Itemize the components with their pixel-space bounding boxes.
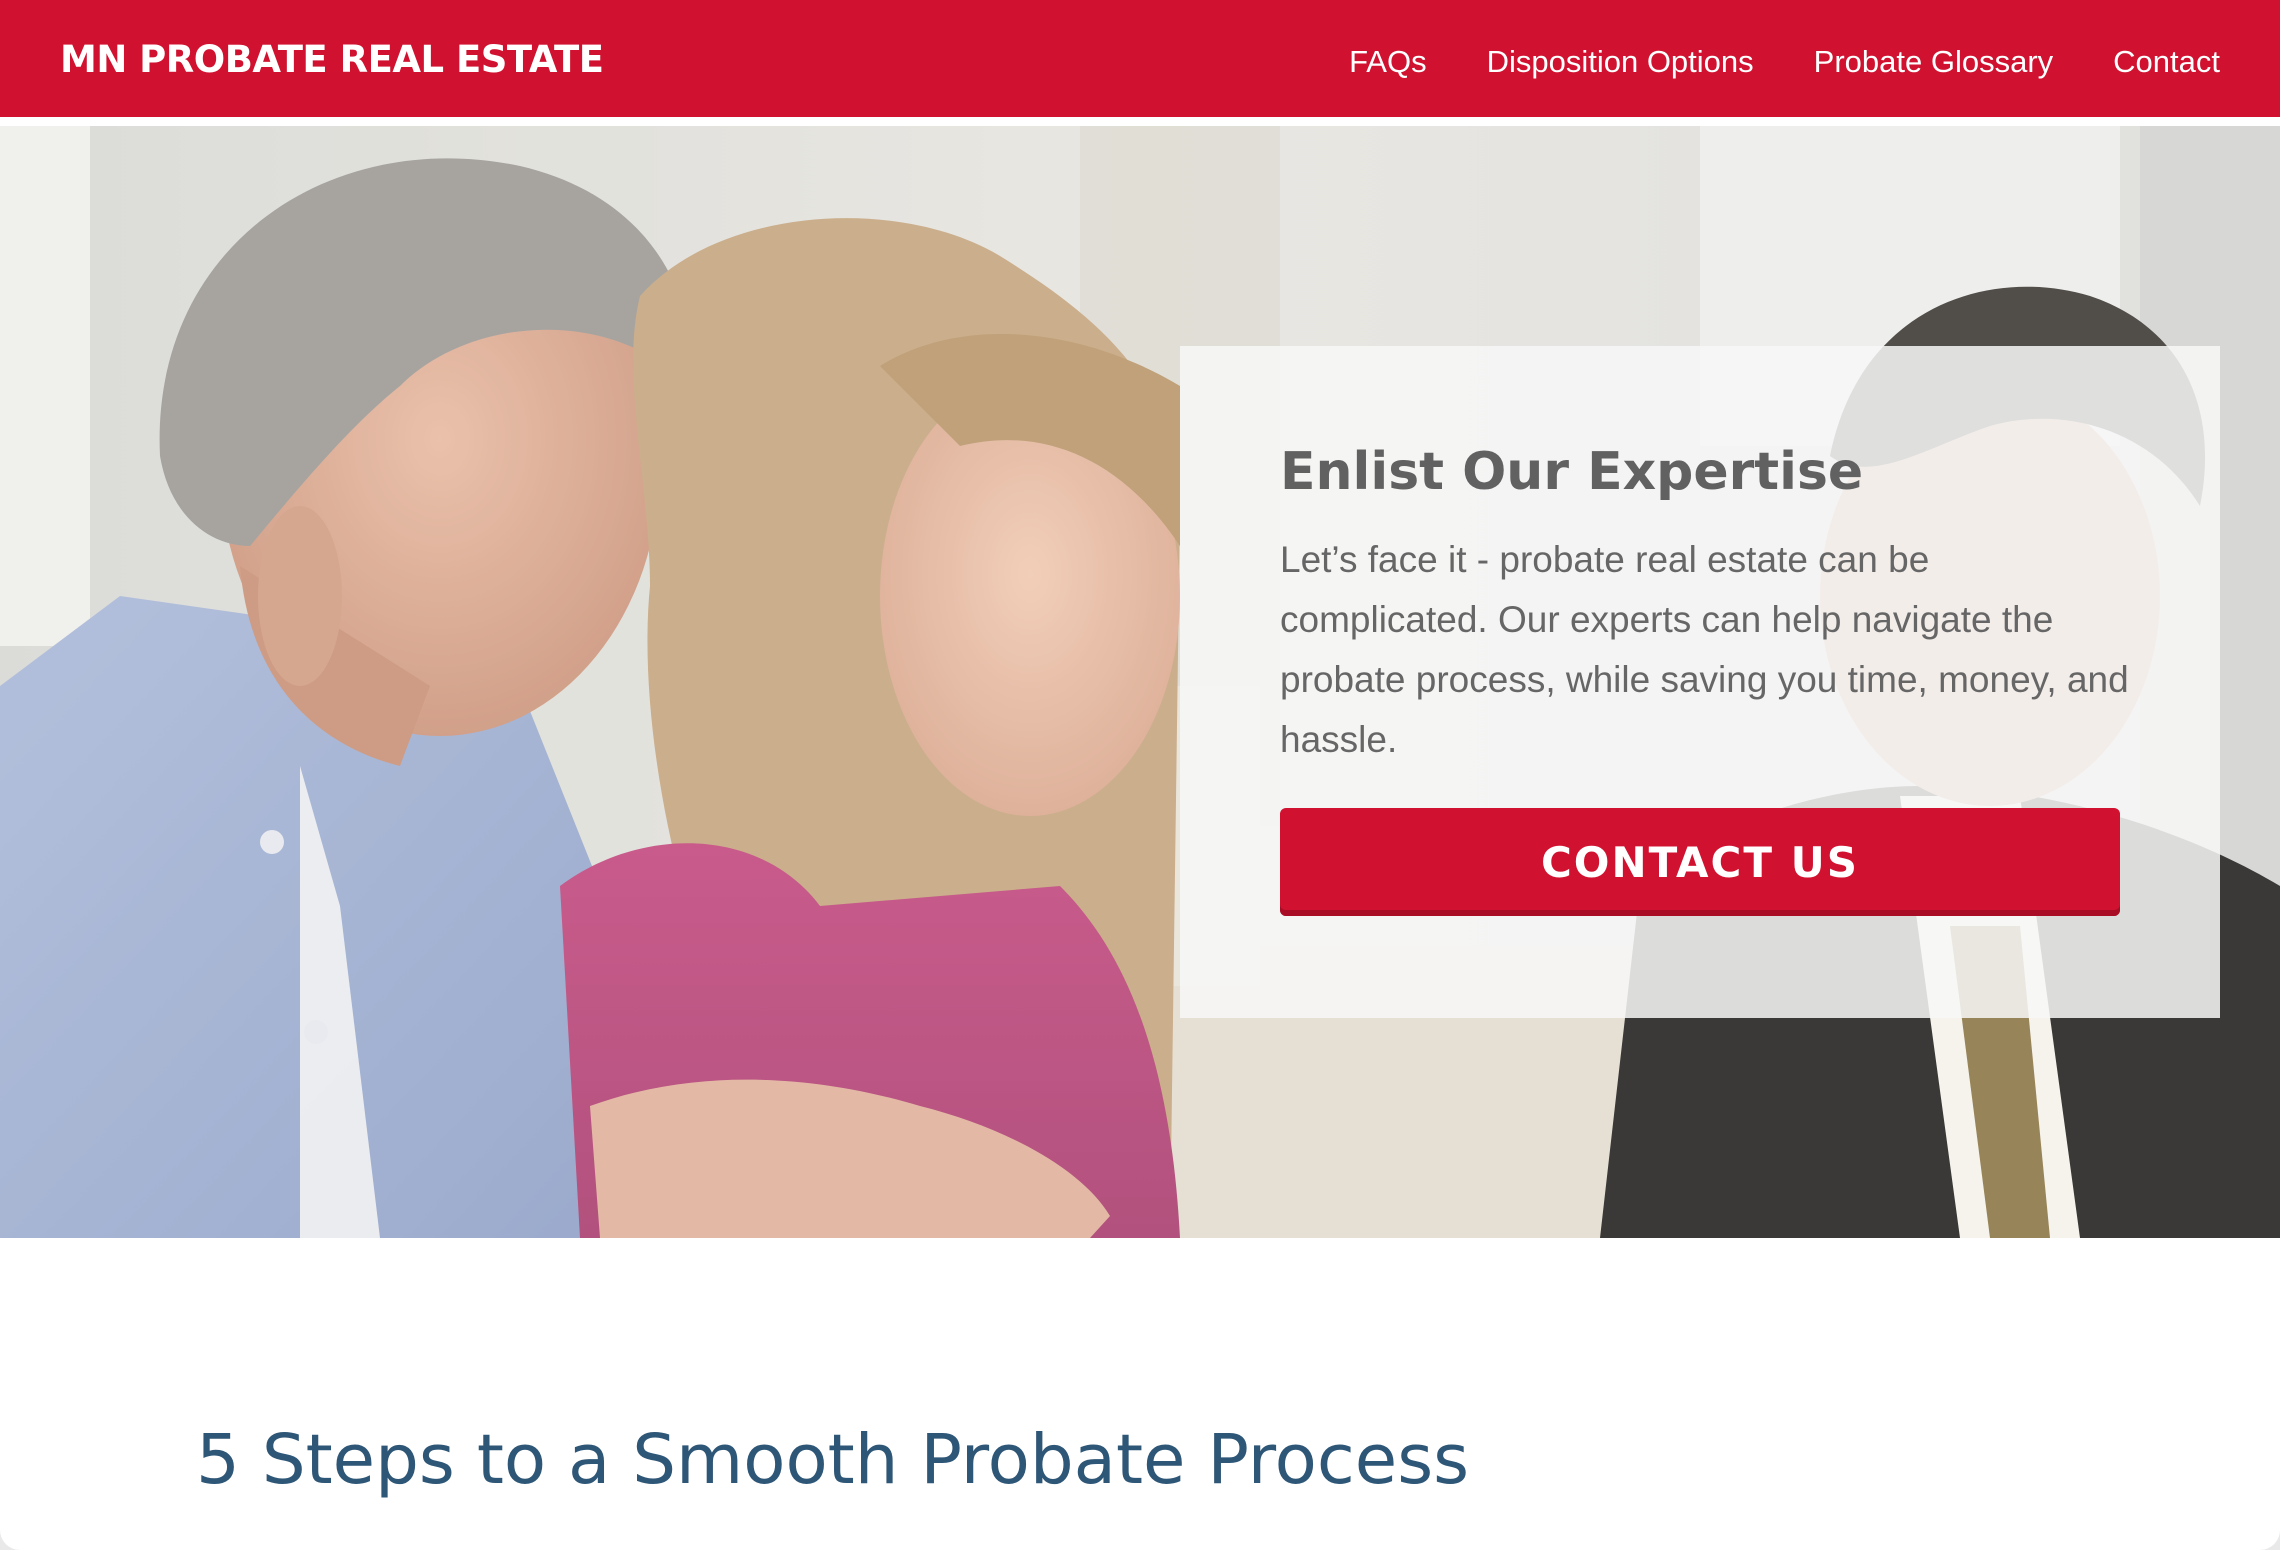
- nav-link-faqs[interactable]: FAQs: [1349, 36, 1427, 88]
- page: MN PROBATE REAL ESTATE FAQs Disposition …: [0, 0, 2280, 1550]
- contact-us-button[interactable]: CONTACT US: [1280, 808, 2120, 916]
- hero-description: Let’s face it - probate real estate can …: [1280, 539, 2129, 760]
- hero-card: Enlist Our Expertise Let’s face it - pro…: [1180, 346, 2220, 1018]
- hero-title: Enlist Our Expertise: [1280, 442, 1864, 502]
- site-logo-text[interactable]: MN PROBATE REAL ESTATE: [60, 34, 604, 86]
- nav-link-probate-glossary[interactable]: Probate Glossary: [1814, 36, 2054, 88]
- main-nav: FAQs Disposition Options Probate Glossar…: [1349, 36, 2220, 88]
- nav-link-contact[interactable]: Contact: [2113, 36, 2220, 88]
- steps-section-heading: 5 Steps to a Smooth Probate Process: [196, 1420, 1470, 1500]
- site-header: MN PROBATE REAL ESTATE FAQs Disposition …: [0, 0, 2280, 117]
- header-divider: [0, 117, 2280, 126]
- hero-section: Enlist Our Expertise Let’s face it - pro…: [0, 126, 2280, 1238]
- nav-link-disposition-options[interactable]: Disposition Options: [1487, 36, 1754, 88]
